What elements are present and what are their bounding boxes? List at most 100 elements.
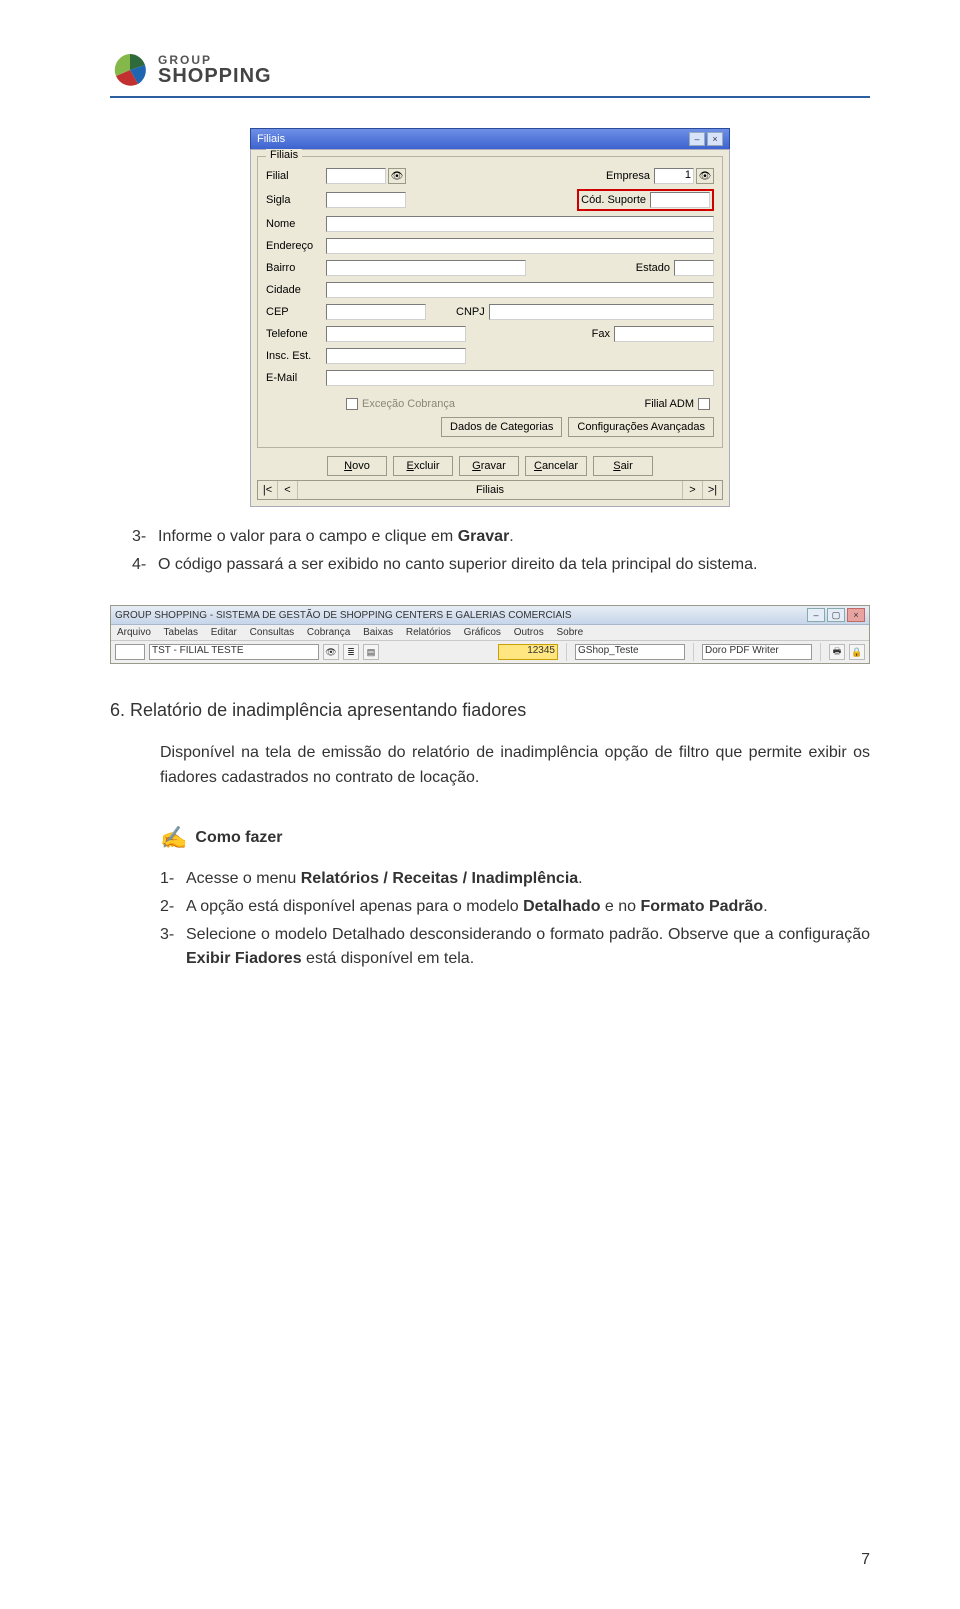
menu-item[interactable]: Editar: [211, 627, 237, 638]
app-title: GROUP SHOPPING - SISTEMA DE GESTÃO DE SH…: [115, 610, 572, 621]
label-telefone: Telefone: [266, 328, 326, 340]
label-fax: Fax: [592, 328, 610, 340]
toolbar-field[interactable]: [115, 644, 145, 660]
step-number: 1-: [160, 867, 186, 891]
input-sigla[interactable]: [326, 192, 406, 208]
menu-item[interactable]: Cobrança: [307, 627, 350, 638]
header-divider: [110, 96, 870, 98]
input-cod-suporte[interactable]: [650, 192, 710, 208]
button-sair[interactable]: Sair: [593, 456, 653, 476]
binoculars-icon[interactable]: 👁: [696, 168, 714, 184]
input-fax[interactable]: [614, 326, 714, 342]
label-sigla: Sigla: [266, 194, 326, 206]
brand-text: GROUP SHOPPING: [158, 54, 272, 86]
button-config-avancadas[interactable]: Configurações Avançadas: [568, 417, 714, 437]
input-cnpj[interactable]: [489, 304, 714, 320]
menu-bar: Arquivo Tabelas Editar Consultas Cobranç…: [111, 625, 869, 641]
input-telefone[interactable]: [326, 326, 466, 342]
label-insc-est: Insc. Est.: [266, 350, 326, 362]
close-icon[interactable]: ×: [707, 132, 723, 146]
input-cep[interactable]: [326, 304, 426, 320]
input-empresa[interactable]: 1: [654, 168, 694, 184]
menu-item[interactable]: Arquivo: [117, 627, 151, 638]
record-navigator: |< < Filiais > >|: [257, 480, 723, 500]
input-cidade[interactable]: [326, 282, 714, 298]
maximize-icon[interactable]: ▢: [827, 608, 845, 622]
input-email[interactable]: [326, 370, 714, 386]
list-icon[interactable]: ≣: [343, 644, 359, 660]
label-estado: Estado: [636, 262, 670, 274]
howto-heading: ✍ Como fazer: [160, 825, 870, 851]
label-cep: CEP: [266, 306, 326, 318]
button-dados-categorias[interactable]: Dados de Categorias: [441, 417, 562, 437]
toolbar-code-field: 12345: [498, 644, 558, 660]
label-cod-suporte: Cód. Suporte: [581, 194, 646, 206]
howto-label: Como fazer: [195, 829, 282, 847]
checkbox-excecao-cobranca[interactable]: [346, 398, 358, 410]
group-title: Filiais: [266, 149, 302, 161]
input-nome[interactable]: [326, 216, 714, 232]
nav-first-icon[interactable]: |<: [258, 481, 278, 499]
label-bairro: Bairro: [266, 262, 326, 274]
app-window-screenshot: GROUP SHOPPING - SISTEMA DE GESTÃO DE SH…: [110, 605, 870, 664]
menu-item[interactable]: Consultas: [250, 627, 294, 638]
label-cidade: Cidade: [266, 284, 326, 296]
nav-last-icon[interactable]: >|: [702, 481, 722, 499]
step-text: A opção está disponível apenas para o mo…: [186, 895, 870, 919]
minimize-icon[interactable]: –: [807, 608, 825, 622]
section-description: Disponível na tela de emissão do relatór…: [160, 741, 870, 791]
nav-next-icon[interactable]: >: [682, 481, 702, 499]
menu-item[interactable]: Baixas: [363, 627, 393, 638]
menu-item[interactable]: Gráficos: [464, 627, 501, 638]
step-number: 4-: [132, 553, 158, 577]
minimize-icon[interactable]: –: [689, 132, 705, 146]
brand-bottom: SHOPPING: [158, 66, 272, 86]
step-number: 3-: [132, 525, 158, 549]
step-text: Acesse o menu Relatórios / Receitas / In…: [186, 867, 870, 891]
input-bairro[interactable]: [326, 260, 526, 276]
input-filial[interactable]: [326, 168, 386, 184]
label-nome: Nome: [266, 218, 326, 230]
step-text: O código passará a ser exibido no canto …: [158, 553, 870, 577]
label-filial-adm: Filial ADM: [644, 398, 694, 410]
brand-logo-icon: [110, 50, 150, 90]
toolbar-field-filial[interactable]: TST - FILIAL TESTE: [149, 644, 319, 660]
dialog-title: Filiais: [257, 133, 285, 145]
menu-item[interactable]: Relatórios: [406, 627, 451, 638]
page-header: GROUP SHOPPING: [110, 50, 870, 98]
toolbar-db-field: GShop_Teste: [575, 644, 685, 660]
button-novo[interactable]: Novo: [327, 456, 387, 476]
close-icon[interactable]: ×: [847, 608, 865, 622]
nav-label: Filiais: [298, 484, 682, 496]
lock-icon[interactable]: 🔒: [849, 644, 865, 660]
label-cnpj: CNPJ: [456, 306, 485, 318]
dialog-filiais: Filiais – × Filiais Filial 👁 Empresa 1 👁: [250, 128, 730, 507]
label-endereco: Endereço: [266, 240, 326, 252]
step-number: 3-: [160, 923, 186, 971]
label-empresa: Empresa: [606, 170, 650, 182]
step-number: 2-: [160, 895, 186, 919]
label-email: E-Mail: [266, 372, 326, 384]
step-text: Selecione o modelo Detalhado desconsider…: [186, 923, 870, 971]
checkbox-filial-adm[interactable]: [698, 398, 710, 410]
toolbar-printer-field: Doro PDF Writer: [702, 644, 812, 660]
input-estado[interactable]: [674, 260, 714, 276]
button-excluir[interactable]: Excluir: [393, 456, 453, 476]
printer-icon[interactable]: 🖶: [829, 644, 845, 660]
input-endereco[interactable]: [326, 238, 714, 254]
input-insc-est[interactable]: [326, 348, 466, 364]
binoculars-icon[interactable]: 👁: [323, 644, 339, 660]
menu-item[interactable]: Sobre: [556, 627, 583, 638]
hand-writing-icon: ✍: [160, 825, 187, 851]
label-excecao-cobranca: Exceção Cobrança: [362, 398, 455, 410]
report-icon[interactable]: ▤: [363, 644, 379, 660]
label-filial: Filial: [266, 170, 326, 182]
page-number: 7: [861, 1551, 870, 1569]
step-text: Informe o valor para o campo e clique em…: [158, 525, 870, 549]
button-cancelar[interactable]: Cancelar: [525, 456, 587, 476]
menu-item[interactable]: Outros: [514, 627, 544, 638]
button-gravar[interactable]: Gravar: [459, 456, 519, 476]
binoculars-icon[interactable]: 👁: [388, 168, 406, 184]
menu-item[interactable]: Tabelas: [164, 627, 198, 638]
nav-prev-icon[interactable]: <: [278, 481, 298, 499]
